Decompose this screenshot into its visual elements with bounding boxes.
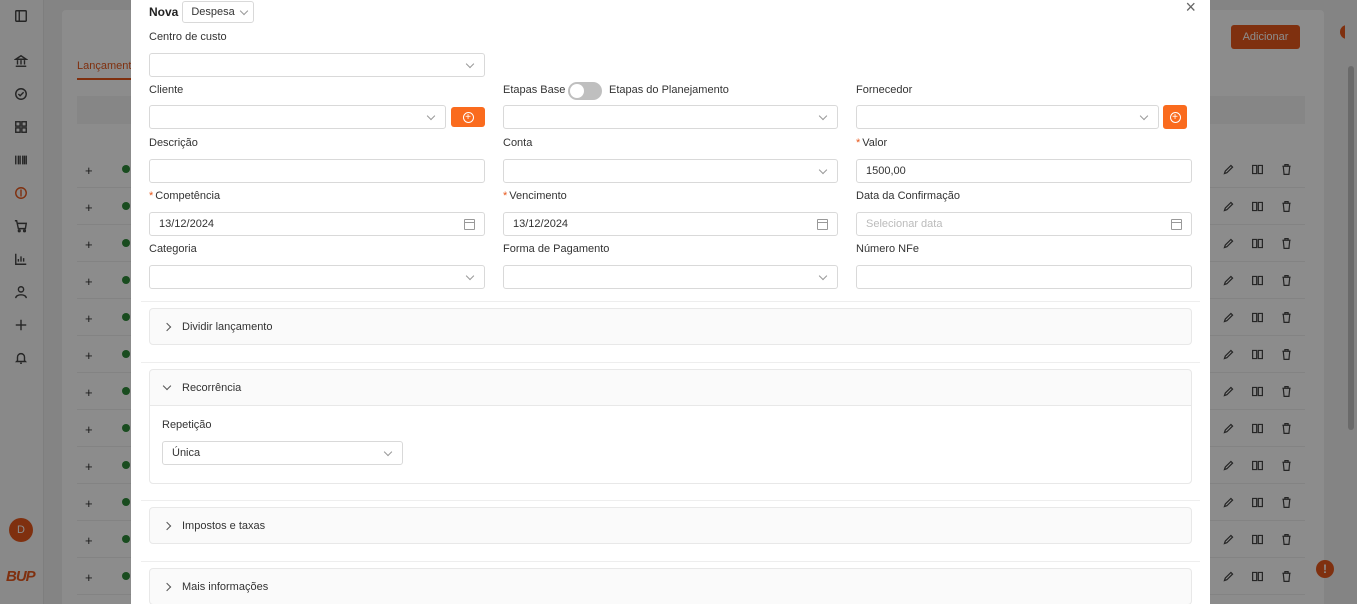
recorrencia-panel: Recorrência Repetição Única	[149, 369, 1192, 484]
chevron-down-icon	[465, 59, 475, 68]
categoria-label: Categoria	[149, 243, 197, 255]
impostos-panel: Impostos e taxas	[149, 507, 1192, 544]
divider	[141, 500, 1200, 501]
divider	[141, 362, 1200, 363]
plus-circle-icon: +	[462, 111, 474, 123]
categoria-select[interactable]	[149, 265, 485, 289]
divider	[141, 561, 1200, 562]
calendar-icon	[1171, 218, 1182, 230]
chevron-down-icon	[465, 271, 475, 280]
competencia-value: 13/12/2024	[159, 218, 215, 230]
centro-custo-label: Centro de custo	[149, 31, 227, 43]
new-entry-modal: × Nova Despesa Centro de custo Cliente +…	[131, 0, 1210, 604]
modal-title-row: Nova Despesa	[149, 1, 254, 23]
chevron-right-icon	[162, 521, 172, 530]
recorrencia-panel-header[interactable]: Recorrência	[150, 370, 1191, 405]
repeticao-select[interactable]: Única	[162, 441, 403, 465]
mais-info-panel-title: Mais informações	[182, 580, 269, 593]
repeticao-label: Repetição	[162, 419, 212, 431]
etapas-toggle[interactable]	[568, 82, 602, 100]
chevron-down-icon	[1139, 111, 1149, 120]
cliente-label: Cliente	[149, 84, 184, 96]
data-confirmacao-label: Data da Confirmação	[856, 190, 960, 202]
cliente-select[interactable]	[149, 105, 446, 129]
competencia-label-text: Competência	[155, 190, 221, 202]
dividir-panel: Dividir lançamento	[149, 308, 1192, 345]
recorrencia-panel-title: Recorrência	[182, 381, 242, 394]
required-marker: *	[149, 190, 154, 202]
valor-value: 1500,00	[866, 165, 906, 177]
mais-info-panel: Mais informações	[149, 568, 1192, 604]
chevron-down-icon	[383, 447, 393, 456]
etapas-base-label: Etapas Base	[503, 84, 566, 96]
chevron-down-icon	[426, 111, 436, 120]
competencia-date-input[interactable]: 13/12/2024	[149, 212, 485, 236]
numero-nfe-label: Número NFe	[856, 243, 919, 255]
chevron-down-icon	[162, 381, 172, 391]
plus-circle-icon: +	[1169, 111, 1181, 123]
required-marker: *	[503, 190, 508, 202]
competencia-label: * Competência	[149, 190, 220, 202]
impostos-panel-header[interactable]: Impostos e taxas	[150, 508, 1191, 543]
mais-info-panel-header[interactable]: Mais informações	[150, 569, 1191, 604]
calendar-icon	[464, 218, 475, 230]
valor-input[interactable]: 1500,00	[856, 159, 1192, 183]
modal-title: Nova	[149, 5, 179, 19]
add-fornecedor-button[interactable]: +	[1163, 105, 1187, 129]
divider	[141, 301, 1200, 302]
numero-nfe-input[interactable]	[856, 265, 1192, 289]
add-cliente-button[interactable]: +	[451, 107, 485, 127]
entry-type-value: Despesa	[191, 6, 235, 18]
recorrencia-panel-body: Repetição Única	[150, 405, 1191, 483]
vencimento-label: * Vencimento	[503, 190, 567, 202]
chevron-down-icon	[818, 111, 828, 120]
forma-pagamento-select[interactable]	[503, 265, 838, 289]
calendar-icon	[817, 218, 828, 230]
fornecedor-label: Fornecedor	[856, 84, 913, 96]
valor-label: * Valor	[856, 137, 887, 149]
valor-label-text: Valor	[862, 137, 888, 149]
vencimento-value: 13/12/2024	[513, 218, 569, 230]
data-confirmacao-date-input[interactable]: Selecionar data	[856, 212, 1192, 236]
chevron-down-icon	[239, 6, 249, 15]
descricao-label: Descrição	[149, 137, 198, 149]
entry-type-select[interactable]: Despesa	[182, 1, 254, 23]
conta-label: Conta	[503, 137, 533, 149]
chevron-right-icon	[162, 322, 172, 331]
conta-select[interactable]	[503, 159, 838, 183]
required-marker: *	[856, 137, 861, 149]
chevron-right-icon	[162, 582, 172, 591]
etapas-select[interactable]	[503, 105, 838, 129]
close-icon[interactable]: ×	[1185, 0, 1196, 16]
chevron-down-icon	[818, 165, 828, 174]
dividir-panel-header[interactable]: Dividir lançamento	[150, 309, 1191, 344]
dividir-panel-title: Dividir lançamento	[182, 320, 273, 333]
impostos-panel-title: Impostos e taxas	[182, 519, 266, 532]
data-confirmacao-placeholder: Selecionar data	[866, 218, 943, 230]
centro-custo-select[interactable]	[149, 53, 485, 77]
vencimento-date-input[interactable]: 13/12/2024	[503, 212, 838, 236]
forma-pagamento-label: Forma de Pagamento	[503, 243, 610, 255]
descricao-input[interactable]	[149, 159, 485, 183]
repeticao-value: Única	[172, 447, 201, 459]
etapas-planejamento-label: Etapas do Planejamento	[609, 84, 729, 96]
chevron-down-icon	[818, 271, 828, 280]
vencimento-label-text: Vencimento	[509, 190, 567, 202]
fornecedor-select[interactable]	[856, 105, 1159, 129]
